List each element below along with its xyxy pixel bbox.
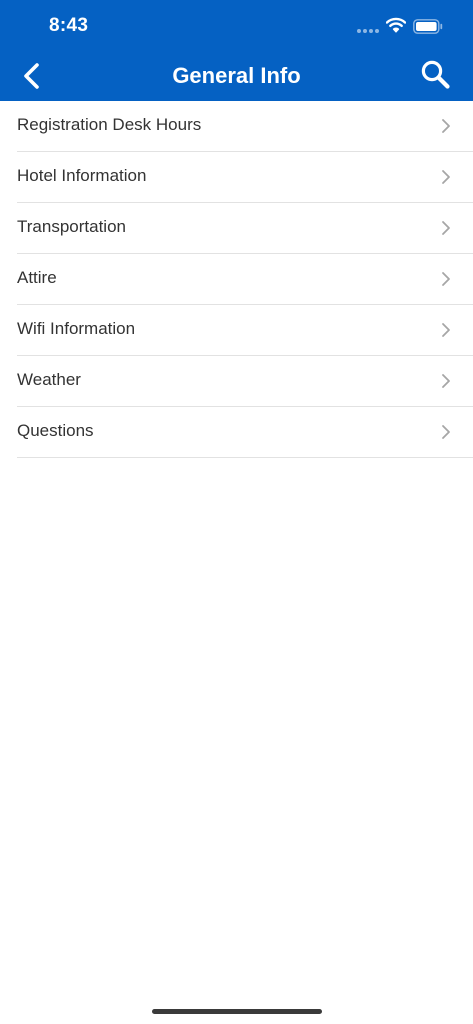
page-title: General Info bbox=[172, 63, 301, 88]
list-item-wifi-information[interactable]: Wifi Information bbox=[17, 305, 473, 356]
app-header: 8:43 General Info bbox=[0, 0, 473, 101]
cellular-dots-icon bbox=[357, 29, 379, 33]
list-item-registration-desk-hours[interactable]: Registration Desk Hours bbox=[17, 101, 473, 152]
home-indicator[interactable] bbox=[152, 1009, 322, 1014]
list-item-questions[interactable]: Questions bbox=[17, 407, 473, 458]
wifi-icon bbox=[386, 17, 406, 33]
list-item-transportation[interactable]: Transportation bbox=[17, 203, 473, 254]
chevron-right-icon bbox=[442, 425, 450, 439]
list-item-attire[interactable]: Attire bbox=[17, 254, 473, 305]
battery-icon bbox=[413, 19, 443, 34]
list-item-label: Transportation bbox=[17, 217, 126, 236]
list-item-label: Registration Desk Hours bbox=[17, 115, 202, 134]
list-item-label: Wifi Information bbox=[17, 319, 136, 338]
chevron-right-icon bbox=[442, 323, 450, 337]
list-item-label: Hotel Information bbox=[17, 166, 147, 185]
chevron-right-icon bbox=[442, 119, 450, 133]
chevron-right-icon bbox=[442, 272, 450, 286]
list-item-hotel-information[interactable]: Hotel Information bbox=[17, 152, 473, 203]
chevron-right-icon bbox=[442, 221, 450, 235]
list-item-label: Attire bbox=[17, 268, 57, 287]
list-item-label: Questions bbox=[17, 421, 94, 440]
search-icon[interactable] bbox=[419, 58, 453, 92]
chevron-right-icon bbox=[442, 170, 450, 184]
list-item-label: Weather bbox=[17, 370, 81, 389]
general-info-list: Registration Desk Hours Hotel Informatio… bbox=[0, 101, 473, 458]
list-item-weather[interactable]: Weather bbox=[17, 356, 473, 407]
status-time: 8:43 bbox=[49, 15, 89, 36]
chevron-right-icon bbox=[442, 374, 450, 388]
